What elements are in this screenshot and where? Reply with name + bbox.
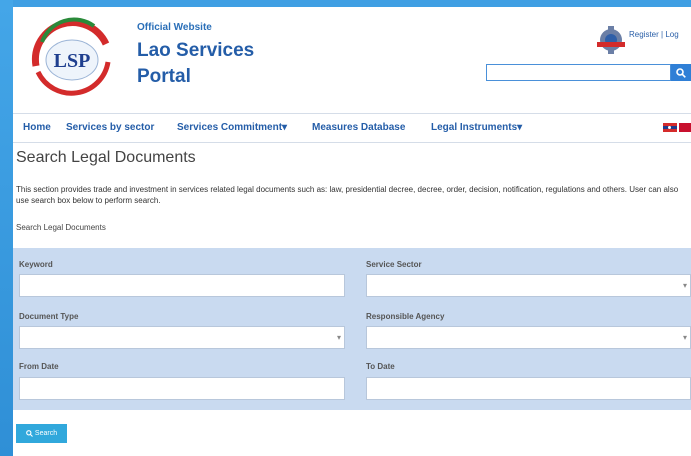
nav-services-commitment[interactable]: Services Commitment▾ (177, 122, 287, 133)
page: LSP Official Website Lao Services Portal… (13, 7, 691, 456)
search-icon (676, 67, 686, 78)
site-name[interactable]: Lao Services Portal (137, 38, 254, 90)
account-divider: | (661, 30, 664, 39)
chevron-down-icon: ▾ (282, 122, 288, 133)
main-nav: Home Services by sector Services Commitm… (13, 113, 691, 143)
login-link[interactable]: Log (665, 30, 678, 39)
chevron-down-icon: ▾ (336, 333, 341, 342)
language-flag-icon[interactable] (663, 123, 677, 132)
nav-legal-instruments[interactable]: Legal Instruments▾ (431, 122, 522, 133)
nav-home[interactable]: Home (23, 122, 51, 133)
chevron-down-icon: ▾ (682, 333, 687, 342)
responsible-agency-select[interactable]: ▾ (366, 326, 691, 349)
search-icon (26, 430, 33, 437)
document-type-label: Document Type (19, 312, 79, 321)
nav-measures-database[interactable]: Measures Database (312, 122, 405, 133)
site-search-input[interactable] (486, 64, 671, 81)
keyword-label: Keyword (19, 260, 53, 269)
nav-services-by-sector[interactable]: Services by sector (66, 122, 154, 133)
page-title: Search Legal Documents (16, 149, 196, 166)
search-form: Keyword Service Sector ▾ Document Type ▾… (13, 248, 691, 410)
browser-frame-top (0, 0, 691, 7)
language-flag-icon-2[interactable] (679, 123, 691, 132)
chevron-down-icon: ▾ (517, 122, 523, 133)
keyword-input[interactable] (19, 274, 345, 297)
search-button-label: Search (34, 430, 58, 437)
from-date-input[interactable] (19, 377, 345, 400)
site-search-button[interactable] (671, 64, 691, 81)
site-name-line2: Portal (137, 66, 191, 87)
site-tagline: Official Website (137, 22, 212, 33)
register-link[interactable]: Register (629, 30, 659, 39)
site-name-line1: Lao Services (137, 40, 255, 61)
to-date-input[interactable] (366, 377, 691, 400)
document-type-select[interactable]: ▾ (19, 326, 345, 349)
page-description: This section provides trade and investme… (16, 185, 679, 205)
search-button[interactable]: Search (16, 424, 67, 443)
from-date-label: From Date (19, 362, 59, 371)
to-date-label: To Date (366, 362, 395, 371)
browser-frame-left (0, 0, 13, 456)
account-links: Register | Log (629, 30, 679, 39)
logo-text: LSP (54, 50, 91, 72)
search-section-heading: Search Legal Documents (16, 223, 106, 232)
service-sector-label: Service Sector (366, 260, 422, 269)
responsible-agency-label: Responsible Agency (366, 312, 445, 321)
service-sector-select[interactable]: ▾ (366, 274, 691, 297)
gear-logo-icon (597, 26, 625, 54)
chevron-down-icon: ▾ (682, 281, 687, 290)
site-logo[interactable]: LSP (28, 14, 116, 102)
